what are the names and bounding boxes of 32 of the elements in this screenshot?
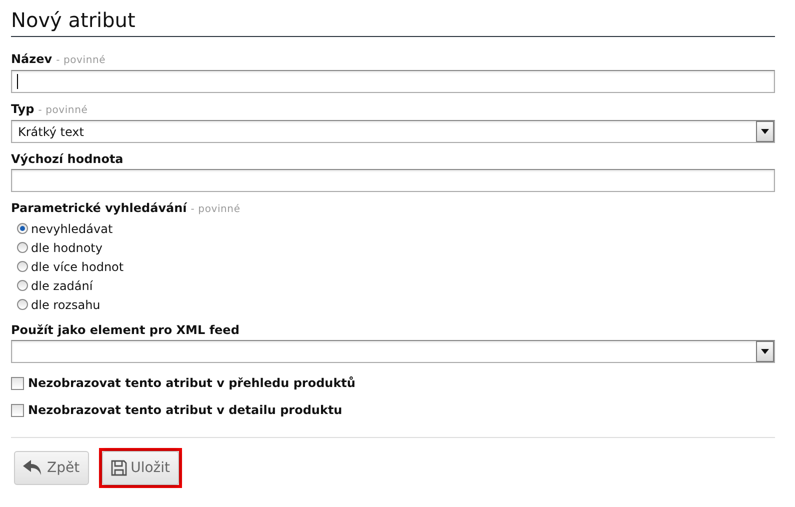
radio-label: dle rozsahu: [31, 296, 100, 314]
radio-label: nevyhledávat: [31, 220, 113, 238]
radio-button[interactable]: [17, 299, 28, 310]
text-field[interactable]: [11, 70, 775, 93]
back-arrow-icon: [23, 460, 43, 476]
dropdown-arrow-icon: [761, 349, 769, 354]
text-field[interactable]: [11, 169, 775, 192]
radio-button[interactable]: [17, 280, 28, 291]
select-field[interactable]: [11, 340, 775, 363]
dropdown-arrow-icon: [761, 129, 769, 134]
required-note: - povinné: [190, 203, 240, 217]
radio-button[interactable]: [17, 261, 28, 272]
checkbox[interactable]: [11, 376, 24, 390]
required-note: - povinné: [38, 104, 88, 118]
radio-label: dle více hodnot: [31, 258, 124, 276]
checkbox[interactable]: [11, 404, 24, 416]
save-button[interactable]: Uložit: [102, 451, 180, 485]
checkbox-label: Nezobrazovat tento atribut v přehledu produktů: [28, 375, 356, 392]
radio-button[interactable]: [17, 223, 28, 234]
field-label: Použít jako element pro XML feed: [11, 322, 240, 338]
checkbox-label: Nezobrazovat tento atribut v detailu produktu: [28, 402, 342, 419]
field-label: Parametrické vyhledávání: [11, 200, 187, 216]
back-button[interactable]: Zpět: [14, 451, 89, 485]
select-field[interactable]: Krátký text: [11, 120, 775, 143]
radio-button[interactable]: [17, 242, 28, 253]
field-label: Typ: [11, 101, 34, 117]
field-label: Výchozí hodnota: [11, 151, 124, 167]
radio-label: dle zadání: [31, 278, 93, 294]
radio-label: dle hodnoty: [31, 240, 102, 256]
field-label: Název: [11, 51, 52, 67]
required-note: - povinné: [56, 54, 106, 68]
page-title: Nový atribut: [11, 6, 775, 37]
